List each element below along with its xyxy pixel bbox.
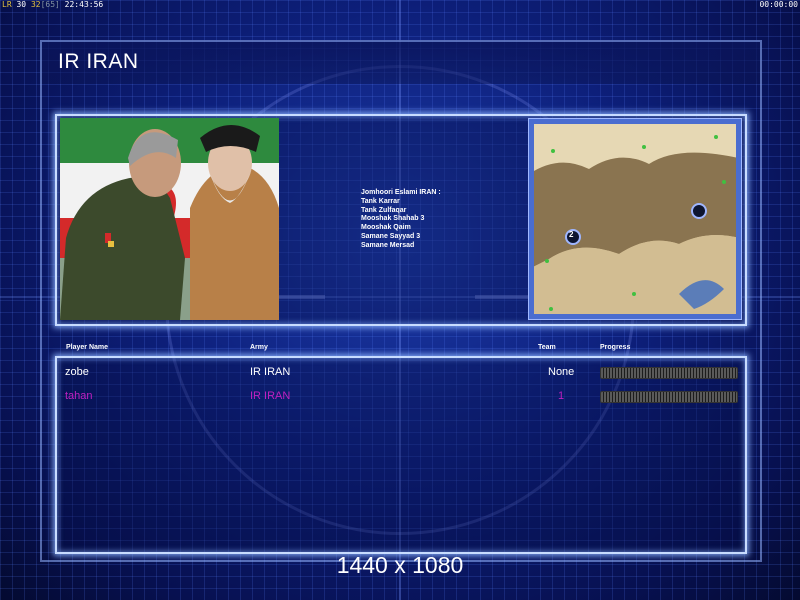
description-line: Samane Sayyad 3 [361, 232, 421, 240]
progress-bar [600, 367, 738, 379]
table-row[interactable]: tahan IR IRAN 1 [58, 390, 744, 410]
status-value-a: 30 [16, 0, 27, 9]
description-line: Tank Karrar [361, 197, 400, 205]
resolution-label: 1440 x 1080 [336, 552, 464, 578]
portrait-image [60, 118, 279, 320]
player-team[interactable]: None [548, 366, 588, 378]
description-line: Tank Zulfaqar [361, 206, 407, 214]
status-clock: 22:43:56 [64, 0, 104, 9]
column-header-team: Team [538, 344, 556, 351]
player-army[interactable]: IR IRAN [250, 366, 290, 378]
description-line: Mooshak Shahab 3 [361, 215, 425, 223]
progress-bar [600, 391, 738, 403]
table-row[interactable]: zobe IR IRAN None [58, 366, 744, 386]
player-army[interactable]: IR IRAN [250, 390, 290, 402]
status-bracket: [65] [40, 0, 60, 9]
player-name: tahan [65, 390, 93, 402]
player-name: zobe [65, 366, 89, 378]
minimap-image: 2 [528, 118, 742, 320]
start-position-marker: 2 [569, 230, 574, 239]
status-timer: 00:00:00 [759, 0, 798, 9]
description-line: Samane Mersad [361, 241, 415, 249]
column-header-progress: Progress [600, 344, 631, 351]
status-value-b: 32 [30, 0, 41, 9]
column-header-player: Player Name [66, 344, 109, 351]
player-team[interactable]: 1 [548, 390, 598, 402]
description-line: Mooshak Qaim [361, 224, 411, 232]
status-prefix: LR [2, 0, 12, 9]
faction-description: Jomhoori Eslami IRAN : Tank Karrar Tank … [361, 189, 441, 251]
status-bar: LR 30 32[65] 22:43:56 00:00:00 [0, 0, 800, 10]
status-left: LR 30 32[65] 22:43:56 [2, 0, 103, 9]
column-header-army: Army [250, 344, 268, 351]
description-line: Jomhoori Eslami IRAN : [361, 189, 441, 196]
page-title: IR IRAN [58, 50, 139, 73]
